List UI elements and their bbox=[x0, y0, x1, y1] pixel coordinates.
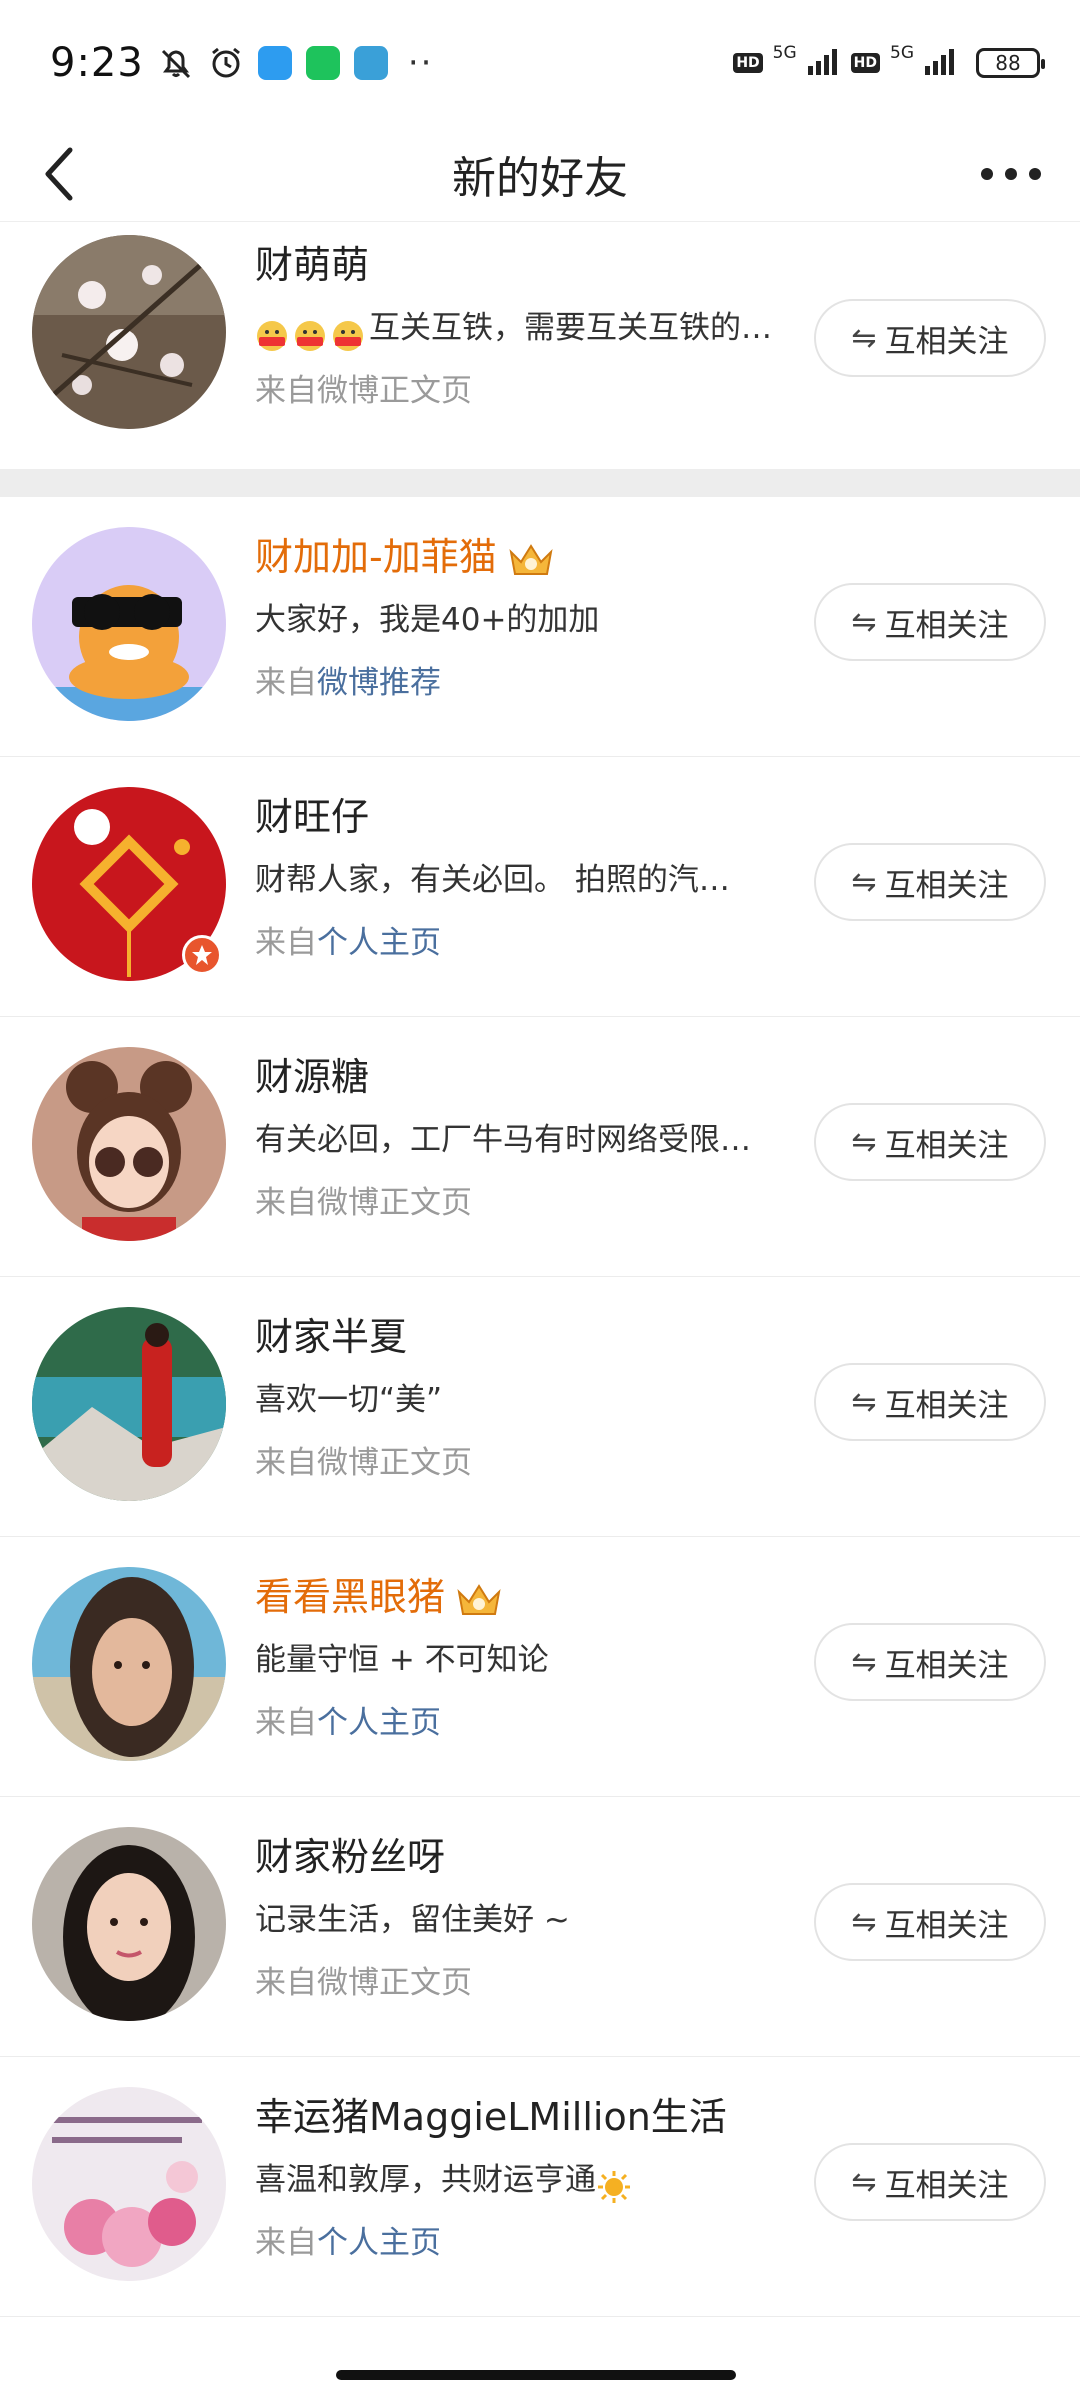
friend-desc: 财帮人家，有关必回。 拍照的汽… bbox=[255, 862, 730, 898]
page-title: 新的好友 bbox=[452, 152, 628, 204]
mutual-follow-button[interactable]: ⇋ 互相关注 bbox=[814, 1103, 1046, 1181]
avatar[interactable] bbox=[32, 235, 226, 429]
friend-desc: 记录生活，留住美好 ~ bbox=[255, 1902, 570, 1938]
avatar[interactable] bbox=[32, 1047, 226, 1241]
mute-bell-icon bbox=[158, 45, 194, 81]
friend-name: 财家半夏 bbox=[255, 1315, 408, 1359]
friend-info: 幸运猪MaggieLMillion生活 喜温和敦厚，共财运亨通 来自个人主页 bbox=[255, 2087, 795, 2273]
list-item[interactable]: 财加加-加菲猫 大家好，我是40+的加加 来自微博推荐 ⇋ 互相关注 bbox=[0, 497, 1080, 757]
vip-crown-icon bbox=[507, 537, 555, 577]
emoji-icon bbox=[255, 310, 291, 351]
friend-info: 看看黑眼猪 能量守恒 + 不可知论 来自个人主页 bbox=[255, 1567, 795, 1753]
mutual-arrows-icon: ⇋ bbox=[851, 1124, 877, 1160]
mutual-follow-button[interactable]: ⇋ 互相关注 bbox=[814, 299, 1046, 377]
friend-info: 财家半夏 喜欢一切“美” 来自微博正文页 bbox=[255, 1307, 795, 1493]
back-button[interactable] bbox=[30, 144, 90, 204]
friend-source: 来自个人主页 bbox=[255, 1705, 441, 1741]
avatar[interactable] bbox=[32, 1827, 226, 2021]
friend-desc: 有关必回，工厂牛马有时网络受限… bbox=[255, 1122, 751, 1158]
friend-source: 来自微博正文页 bbox=[255, 373, 472, 409]
friend-desc: 能量守恒 + 不可知论 bbox=[255, 1642, 549, 1678]
wechat-icon bbox=[305, 46, 340, 80]
section-divider bbox=[0, 469, 1080, 497]
signal-icon-2 bbox=[924, 46, 958, 80]
status-icons-right: HD 5G HD 5G 88 bbox=[733, 43, 1045, 80]
hd-badge-2: HD bbox=[850, 53, 880, 73]
mutual-arrows-icon: ⇋ bbox=[851, 604, 877, 640]
network-label-2: 5G bbox=[890, 43, 914, 63]
friend-source: 来自微博推荐 bbox=[255, 665, 441, 701]
mutual-follow-button[interactable]: ⇋ 互相关注 bbox=[814, 1363, 1046, 1441]
friend-name: 幸运猪MaggieLMillion生活 bbox=[255, 2095, 727, 2139]
chevron-left-icon bbox=[45, 147, 73, 201]
friend-name: 财加加-加菲猫 bbox=[255, 527, 795, 587]
more-options-button[interactable] bbox=[976, 154, 1046, 194]
sun-emoji-icon bbox=[596, 2162, 632, 2203]
mutual-follow-button[interactable]: ⇋ 互相关注 bbox=[814, 583, 1046, 661]
new-friends-list: 财萌萌 互关互铁，需要互关互铁的… 来自微博正文页 ⇋ 互相关注 财加加-加菲猫… bbox=[0, 223, 1080, 2317]
app-notification-icon-2 bbox=[353, 46, 388, 80]
status-time: 9:23 bbox=[50, 40, 144, 86]
emoji-icon bbox=[293, 310, 329, 351]
hd-badge: HD bbox=[733, 53, 763, 73]
avatar[interactable] bbox=[32, 527, 226, 721]
verified-badge-icon bbox=[182, 935, 222, 975]
friend-source: 来自微博正文页 bbox=[255, 1185, 472, 1221]
friend-info: 财源糖 有关必回，工厂牛马有时网络受限… 来自微博正文页 bbox=[255, 1047, 795, 1233]
list-item[interactable]: 看看黑眼猪 能量守恒 + 不可知论 来自个人主页 ⇋ 互相关注 bbox=[0, 1537, 1080, 1797]
emoji-icon bbox=[331, 310, 367, 351]
avatar[interactable] bbox=[32, 2087, 226, 2281]
friend-source: 来自微博正文页 bbox=[255, 1445, 472, 1481]
friend-desc: 喜欢一切“美” bbox=[255, 1382, 443, 1418]
mutual-follow-button[interactable]: ⇋ 互相关注 bbox=[814, 1623, 1046, 1701]
list-item[interactable]: 财家粉丝呀 记录生活，留住美好 ~ 来自微博正文页 ⇋ 互相关注 bbox=[0, 1797, 1080, 2057]
mutual-arrows-icon: ⇋ bbox=[851, 864, 877, 900]
list-item[interactable]: 幸运猪MaggieLMillion生活 喜温和敦厚，共财运亨通 来自个人主页 ⇋… bbox=[0, 2057, 1080, 2317]
friend-name: 财旺仔 bbox=[255, 795, 370, 839]
friend-info: 财旺仔 财帮人家，有关必回。 拍照的汽… 来自个人主页 bbox=[255, 787, 795, 973]
friend-desc: 喜温和敦厚，共财运亨通 bbox=[255, 2147, 795, 2213]
list-item[interactable]: 财旺仔 财帮人家，有关必回。 拍照的汽… 来自个人主页 ⇋ 互相关注 bbox=[0, 757, 1080, 1017]
list-item[interactable]: 财源糖 有关必回，工厂牛马有时网络受限… 来自微博正文页 ⇋ 互相关注 bbox=[0, 1017, 1080, 1277]
friend-source: 来自个人主页 bbox=[255, 2225, 441, 2261]
status-icons-left: ·· bbox=[158, 43, 434, 83]
mutual-arrows-icon: ⇋ bbox=[851, 1644, 877, 1680]
friend-info: 财萌萌 互关互铁，需要互关互铁的… 来自微博正文页 bbox=[255, 235, 795, 421]
friend-name: 看看黑眼猪 bbox=[255, 1567, 795, 1627]
battery-indicator: 88 bbox=[976, 48, 1045, 78]
app-notification-icon bbox=[257, 46, 292, 80]
network-label: 5G bbox=[772, 43, 797, 63]
mutual-follow-button[interactable]: ⇋ 互相关注 bbox=[814, 843, 1046, 921]
friend-desc: 大家好，我是40+的加加 bbox=[255, 602, 600, 638]
mutual-arrows-icon: ⇋ bbox=[851, 1904, 877, 1940]
avatar[interactable] bbox=[32, 1307, 226, 1501]
mutual-arrows-icon: ⇋ bbox=[851, 1384, 877, 1420]
list-item[interactable]: 财萌萌 互关互铁，需要互关互铁的… 来自微博正文页 ⇋ 互相关注 bbox=[0, 223, 1080, 469]
mutual-arrows-icon: ⇋ bbox=[851, 2164, 877, 2200]
friend-name: 财家粉丝呀 bbox=[255, 1835, 446, 1879]
mutual-arrows-icon: ⇋ bbox=[851, 320, 877, 356]
friend-info: 财家粉丝呀 记录生活，留住美好 ~ 来自微博正文页 bbox=[255, 1827, 795, 2013]
more-notifications-icon: ·· bbox=[407, 43, 434, 83]
nav-bar: 新的好友 bbox=[0, 126, 1080, 222]
friend-source: 来自个人主页 bbox=[255, 925, 441, 961]
friend-info: 财加加-加菲猫 大家好，我是40+的加加 来自微博推荐 bbox=[255, 527, 795, 713]
home-indicator[interactable] bbox=[336, 2370, 736, 2380]
signal-icon bbox=[807, 46, 841, 80]
friend-name: 财萌萌 bbox=[255, 243, 370, 287]
avatar[interactable] bbox=[32, 1567, 226, 1761]
alarm-icon bbox=[208, 45, 244, 81]
status-bar: 9:23 ·· HD 5G HD 5G 88 bbox=[0, 0, 1080, 126]
list-item[interactable]: 财家半夏 喜欢一切“美” 来自微博正文页 ⇋ 互相关注 bbox=[0, 1277, 1080, 1537]
friend-desc: 互关互铁，需要互关互铁的… bbox=[255, 295, 795, 361]
more-dots-icon bbox=[981, 168, 1041, 180]
vip-crown-icon bbox=[455, 1577, 503, 1617]
friend-name: 财源糖 bbox=[255, 1055, 370, 1099]
mutual-follow-button[interactable]: ⇋ 互相关注 bbox=[814, 1883, 1046, 1961]
mutual-follow-button[interactable]: ⇋ 互相关注 bbox=[814, 2143, 1046, 2221]
friend-source: 来自微博正文页 bbox=[255, 1965, 472, 2001]
